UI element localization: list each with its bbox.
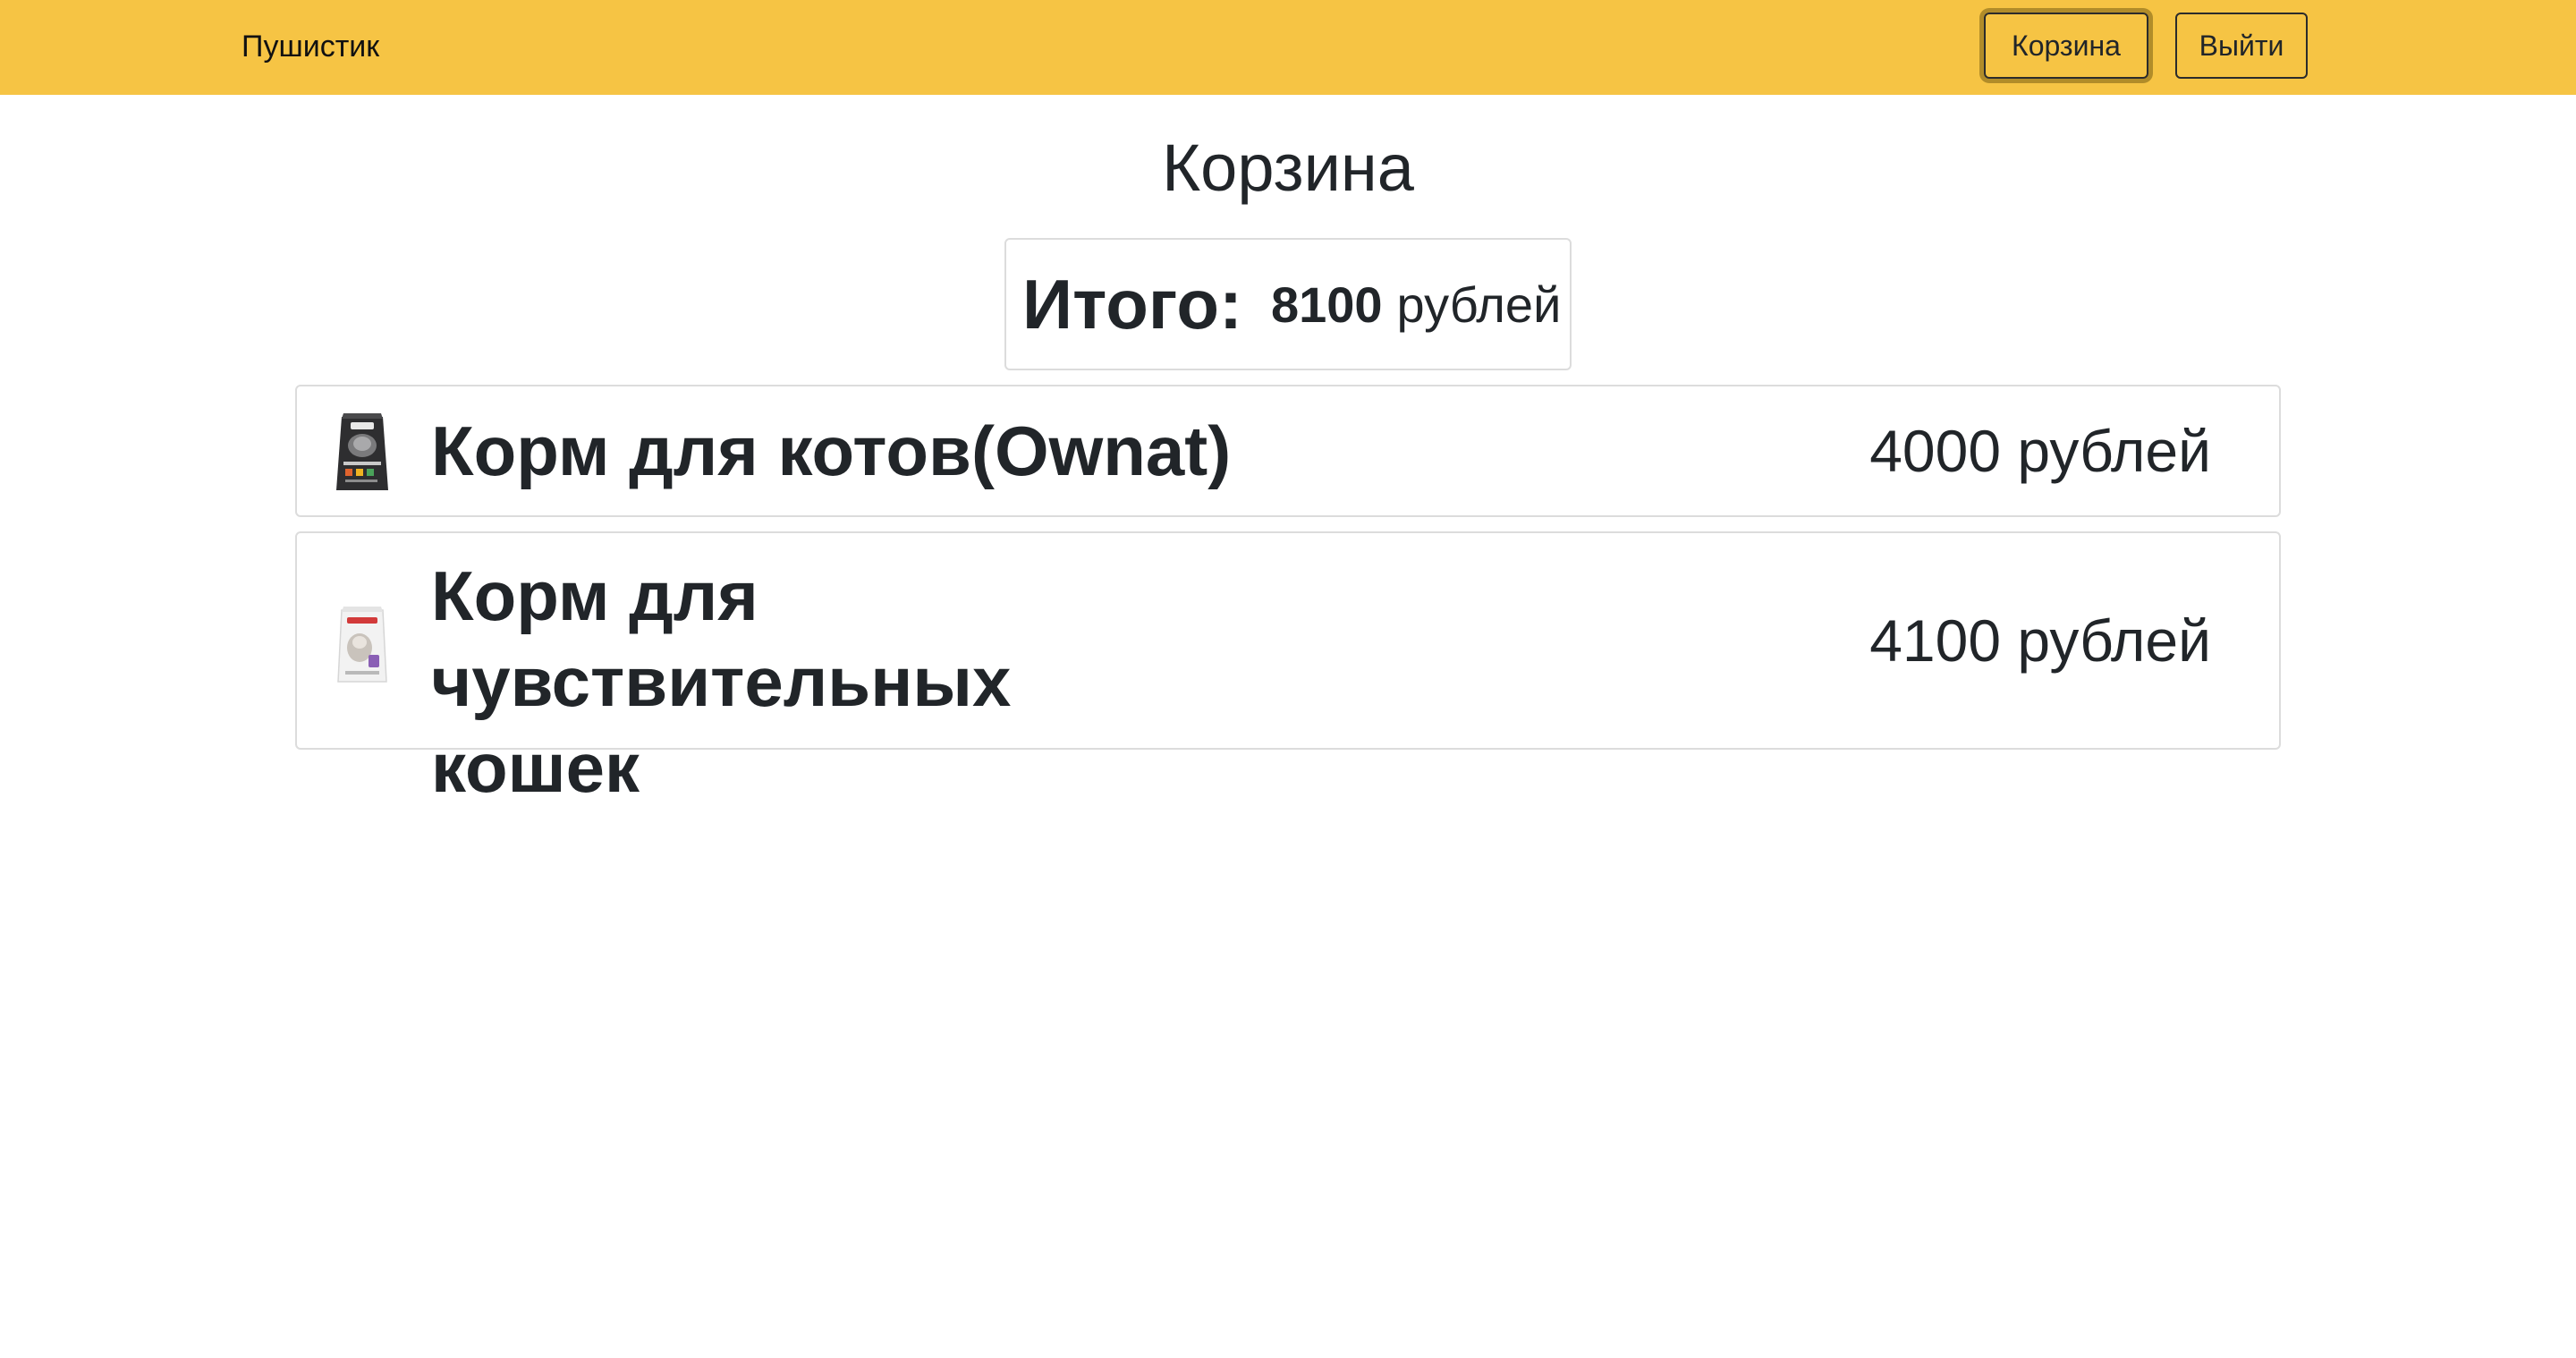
product-image (337, 607, 387, 683)
product-image (336, 413, 388, 490)
brand-link[interactable]: Пушистик (242, 27, 379, 66)
top-navbar: Пушистик Корзина Выйти (0, 0, 2576, 95)
total-value: 8100 (1270, 276, 1383, 333)
item-price: 4100 рублей (1869, 607, 2211, 674)
page-title: Корзина (1162, 131, 1414, 205)
total-label: Итого: (1022, 264, 1242, 344)
order-total-box: Итого: 8100 рублей (1004, 238, 1572, 370)
cart-item: Корм для чувствительных кошек 4100 рубле… (295, 531, 2281, 807)
cart-item: Корм для котов(Ownat) 4000 рублей (295, 385, 2281, 517)
total-currency: рублей (1396, 276, 1562, 333)
cart-button[interactable]: Корзина (1984, 13, 2148, 79)
logout-button[interactable]: Выйти (2175, 13, 2308, 79)
item-price: 4000 рублей (1869, 418, 2211, 484)
item-name: Корм для чувствительных кошек (431, 556, 1012, 807)
item-name: Корм для котов(Ownat) (431, 412, 1232, 490)
